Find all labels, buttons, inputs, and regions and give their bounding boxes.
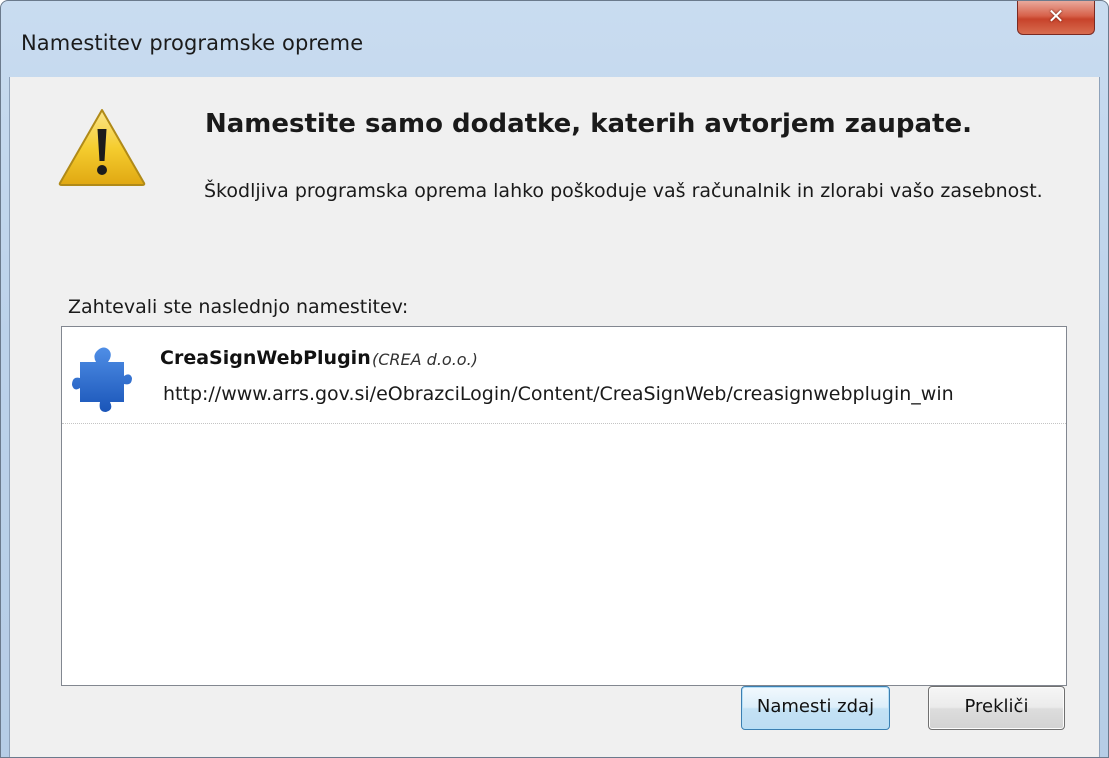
warning-heading: Namestite samo dodatke, katerih avtorjem… (205, 109, 972, 139)
addon-vendor: (CREA d.o.o.) (372, 350, 478, 369)
window-title: Namestitev programske opreme (21, 31, 364, 55)
install-now-button[interactable]: Namesti zdaj (741, 686, 890, 730)
dialog-body: Namestite samo dodatke, katerih avtorjem… (9, 77, 1100, 757)
cancel-button[interactable]: Prekliči (928, 686, 1065, 730)
addon-name: CreaSignWebPlugin (160, 347, 371, 369)
warning-icon (58, 109, 146, 186)
close-icon: ✕ (1047, 4, 1065, 28)
install-dialog: Namestitev programske opreme ✕ Namestite… (0, 0, 1109, 758)
addon-url: http://www.arrs.gov.si/eObrazciLogin/Con… (163, 383, 954, 405)
puzzle-icon (72, 347, 132, 412)
install-list[interactable]: CreaSignWebPlugin (CREA d.o.o.) http://w… (61, 326, 1067, 686)
warning-description: Škodljiva programska oprema lahko poškod… (204, 180, 1043, 202)
request-label: Zahtevali ste naslednjo namestitev: (68, 296, 409, 318)
title-bar[interactable]: Namestitev programske opreme ✕ (1, 1, 1108, 79)
close-button[interactable]: ✕ (1017, 1, 1095, 35)
list-item[interactable]: CreaSignWebPlugin (CREA d.o.o.) http://w… (62, 327, 1066, 424)
